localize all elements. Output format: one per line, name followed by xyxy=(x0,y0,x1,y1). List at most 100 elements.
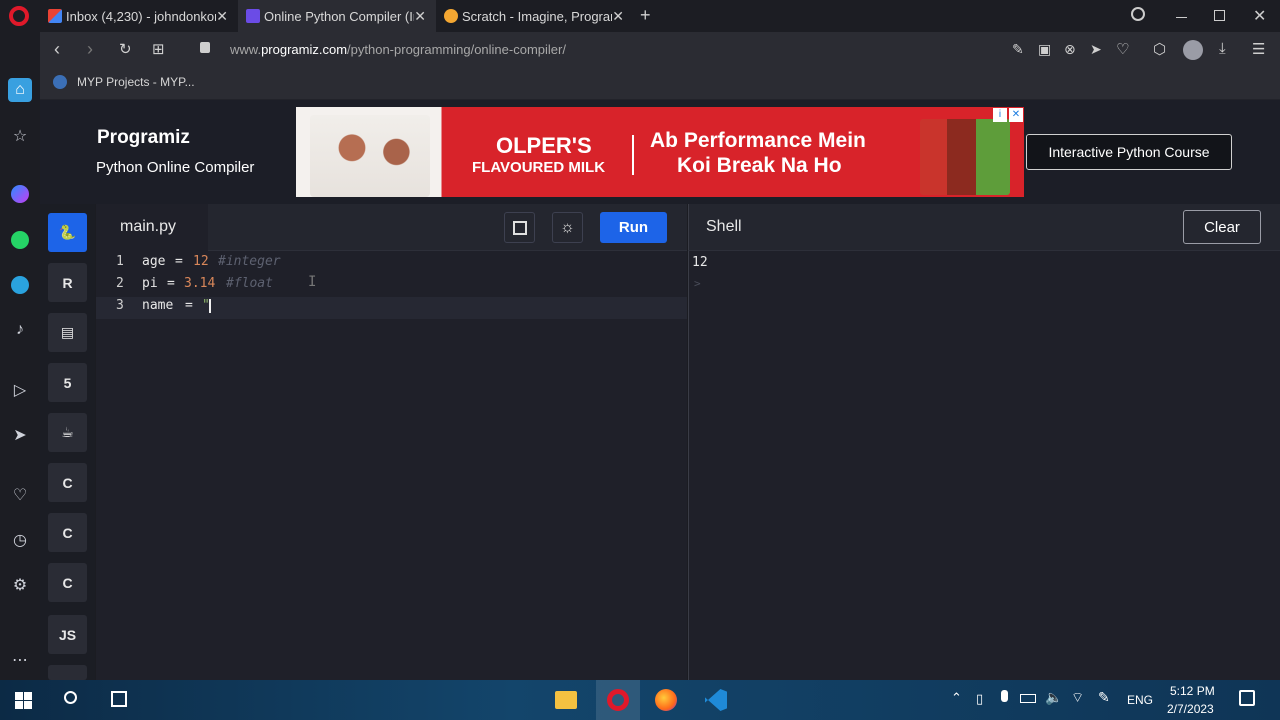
download-icon[interactable]: ⤓ xyxy=(1219,40,1226,57)
filename: main.py xyxy=(120,218,177,235)
bookmark-myp[interactable]: MYP Projects - MYP... xyxy=(53,75,195,89)
programiz-logo[interactable]: Programiz xyxy=(97,127,190,149)
search-tabs-icon[interactable] xyxy=(1131,7,1145,21)
myp-icon xyxy=(53,75,67,89)
shell-output: 12 xyxy=(692,255,708,270)
r-icon[interactable]: R xyxy=(48,263,87,302)
tab-gmail[interactable]: Inbox (4,230) - johndonkon ✕ xyxy=(40,0,238,32)
opera-logo-icon xyxy=(607,689,629,711)
line-number: 1 xyxy=(116,254,124,269)
battery-icon[interactable] xyxy=(1020,694,1036,703)
mic-icon[interactable] xyxy=(1001,690,1008,702)
file-explorer-icon[interactable] xyxy=(555,691,577,709)
extensions-icon[interactable]: ⬡ xyxy=(1153,40,1166,58)
line-number: 2 xyxy=(116,276,124,291)
shell-panel[interactable] xyxy=(688,204,1280,680)
back-icon[interactable]: ‹ xyxy=(54,39,60,60)
close-tab-icon[interactable]: ✕ xyxy=(414,8,426,25)
code-line: 1 age = 12 #integer xyxy=(96,253,687,275)
tab-compiler[interactable]: Online Python Compiler (Int ✕ xyxy=(238,0,436,32)
volume-icon[interactable]: 🔈 xyxy=(1045,689,1062,706)
shell-header: Shell Clear xyxy=(688,204,1280,251)
code-lines[interactable]: 1 age = 12 #integer 2 pi = 3.14 #float I… xyxy=(96,253,687,319)
clock-time[interactable]: 5:12 PM xyxy=(1170,684,1215,698)
code-comment: #float xyxy=(226,276,273,291)
java-icon[interactable]: ☕ xyxy=(48,413,87,452)
close-tab-icon[interactable]: ✕ xyxy=(216,8,228,25)
language-sidebar: 🐍 R ▤ 5 ☕ C C C JS xyxy=(40,204,95,680)
theme-button[interactable]: ☼ xyxy=(552,212,583,243)
c-icon[interactable]: C xyxy=(48,463,87,502)
forward-icon[interactable]: › xyxy=(87,39,93,60)
python-icon[interactable]: 🐍 xyxy=(48,213,87,252)
html-icon[interactable]: 5 xyxy=(48,363,87,402)
cpp-icon[interactable]: C xyxy=(48,513,87,552)
history-icon[interactable]: ◷ xyxy=(8,528,32,552)
windows-start-icon[interactable] xyxy=(15,692,32,709)
tab-scratch[interactable]: Scratch - Imagine, Program ✕ xyxy=(436,0,634,32)
profile-icon[interactable] xyxy=(1183,40,1203,60)
task-view-icon[interactable] xyxy=(111,691,127,707)
url-field[interactable]: www.programiz.com/python-programming/onl… xyxy=(230,42,566,57)
tabs-grid-icon[interactable]: ⊞ xyxy=(152,40,165,58)
interactive-course-button[interactable]: Interactive Python Course xyxy=(1026,134,1232,170)
csharp-icon[interactable]: C xyxy=(48,563,87,602)
ad-close-icon[interactable]: ✕ xyxy=(1009,108,1023,122)
notification-icon[interactable] xyxy=(1239,690,1255,706)
ad-banner[interactable]: OLPER'S FLAVOURED MILK Ab Performance Me… xyxy=(296,107,1024,197)
tray-chevron-icon[interactable]: ⌃ xyxy=(951,690,962,706)
fullscreen-button[interactable] xyxy=(504,212,535,243)
run-button[interactable]: Run xyxy=(600,212,667,243)
home-icon[interactable]: ⌂ xyxy=(8,78,32,102)
opera-taskbar-icon[interactable] xyxy=(596,680,640,720)
code-op: = xyxy=(185,298,193,313)
settings-icon[interactable]: ⚙ xyxy=(8,573,32,597)
page-subtitle: Python Online Compiler xyxy=(96,159,255,176)
ad-info-icon[interactable]: i xyxy=(993,108,1007,122)
search-icon[interactable] xyxy=(64,691,77,704)
easy-setup-icon[interactable]: ☰ xyxy=(1252,40,1265,58)
new-tab-icon[interactable]: + xyxy=(640,5,651,26)
ad-brand: OLPER'S xyxy=(496,133,592,158)
clock-date[interactable]: 2/7/2023 xyxy=(1167,702,1214,716)
firefox-icon[interactable] xyxy=(655,689,677,711)
vscode-icon[interactable] xyxy=(705,689,727,711)
adblock-icon[interactable]: ⊗ xyxy=(1064,41,1076,58)
bookmark-heart-icon[interactable]: ♡ xyxy=(1116,40,1129,58)
share-icon[interactable]: ➤ xyxy=(1090,41,1102,58)
tiktok-icon[interactable]: ♪ xyxy=(8,318,32,342)
code-line: 2 pi = 3.14 #float I xyxy=(96,274,687,297)
send-icon[interactable]: ➤ xyxy=(8,423,32,447)
opera-logo-icon[interactable] xyxy=(9,6,29,26)
wifi-icon[interactable]: ⌔ xyxy=(1071,689,1084,707)
camera-icon[interactable]: ▣ xyxy=(1038,41,1051,58)
tray-device-icon[interactable]: ▯ xyxy=(976,691,983,707)
sql-icon[interactable]: ▤ xyxy=(48,313,87,352)
code-var: pi xyxy=(142,276,158,291)
pen-icon[interactable]: ✎ xyxy=(1098,689,1110,706)
star-icon[interactable]: ☆ xyxy=(8,124,32,148)
whatsapp-icon[interactable] xyxy=(8,228,32,252)
close-tab-icon[interactable]: ✕ xyxy=(612,8,624,25)
restore-icon[interactable] xyxy=(1214,10,1225,21)
code-number: 12 xyxy=(193,254,209,269)
tab-title: Scratch - Imagine, Program xyxy=(462,8,612,24)
reload-icon[interactable]: ↻ xyxy=(119,40,132,58)
more-icon[interactable]: ⋯ xyxy=(8,648,32,672)
close-window-icon[interactable]: ✕ xyxy=(1253,6,1266,26)
shell-title: Shell xyxy=(706,218,742,235)
more-lang-icon[interactable] xyxy=(48,665,87,680)
language-indicator[interactable]: ENG xyxy=(1127,693,1153,707)
js-icon[interactable]: JS xyxy=(48,615,87,654)
heart-icon[interactable]: ♡ xyxy=(8,483,32,507)
clear-button[interactable]: Clear xyxy=(1183,210,1261,244)
code-number: 3.14 xyxy=(184,276,216,291)
minimize-icon[interactable] xyxy=(1176,17,1187,18)
code-comment: #integer xyxy=(218,254,281,269)
editor-header: main.py ☼ Run xyxy=(96,204,687,251)
messenger-icon[interactable] xyxy=(8,182,32,206)
ad-line1: Ab Performance Mein xyxy=(650,129,866,152)
edit-icon[interactable]: ✎ xyxy=(1012,41,1024,58)
telegram-icon[interactable] xyxy=(8,273,32,297)
player-icon[interactable]: ▷ xyxy=(8,378,32,402)
